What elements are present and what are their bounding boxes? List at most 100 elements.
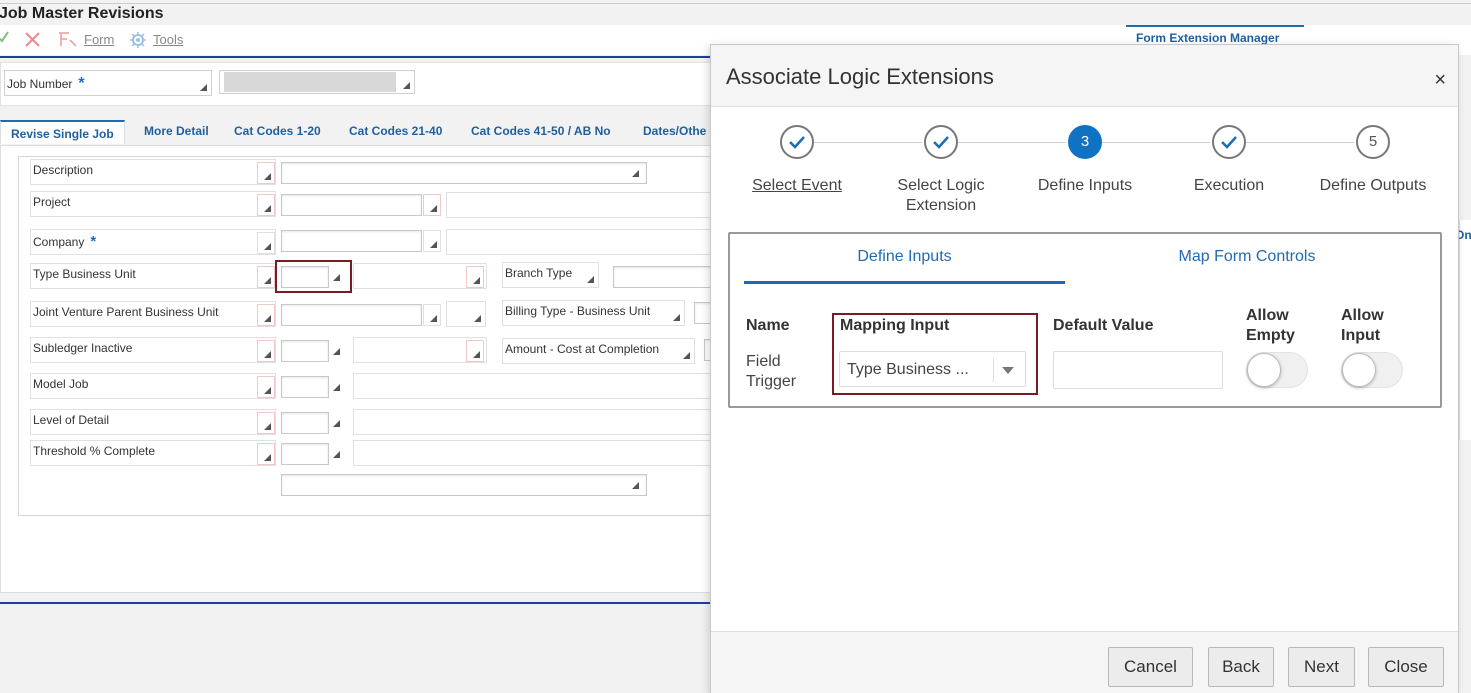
company-input[interactable] — [281, 230, 422, 252]
joint-venture-extra — [446, 301, 486, 327]
dialog-header: Associate Logic Extensions × — [711, 45, 1458, 107]
tab-define-inputs[interactable]: Define Inputs — [744, 248, 1065, 266]
description-input[interactable] — [281, 162, 647, 184]
define-inputs-panel: Define Inputs Map Form Controls Name Map… — [728, 232, 1442, 408]
step-select-logic-extension: Select Logic Extension — [897, 177, 985, 214]
level-of-detail-label: Level of Detail — [30, 409, 276, 435]
branch-type-input[interactable] — [613, 266, 712, 288]
type-business-unit-highlight — [275, 260, 352, 293]
step-connector — [814, 142, 922, 143]
level-of-detail-input[interactable] — [281, 412, 329, 434]
field-tag — [257, 304, 275, 326]
select-divider — [993, 358, 994, 382]
step-5-indicator: 5 — [1356, 125, 1390, 159]
resize-icon — [333, 451, 340, 458]
toggle-knob — [1342, 353, 1376, 387]
check-icon[interactable] — [0, 29, 10, 50]
dialog-title: Associate Logic Extensions — [726, 64, 994, 89]
chevron-down-icon — [1002, 367, 1014, 374]
allow-input-toggle[interactable] — [1341, 352, 1403, 388]
extra-text-input[interactable] — [281, 474, 647, 496]
field-tag — [423, 230, 441, 252]
project-description — [446, 192, 712, 218]
close-icon[interactable]: × — [1434, 69, 1446, 92]
joint-venture-parent-input[interactable] — [281, 304, 422, 326]
field-tag — [257, 162, 275, 184]
tab-more-detail[interactable]: More Detail — [144, 124, 209, 138]
field-tag — [257, 194, 275, 216]
model-job-label: Model Job — [30, 373, 276, 399]
level-of-detail-description — [353, 409, 712, 435]
job-description-value — [224, 72, 396, 92]
job-number-label: Job Number * — [7, 75, 85, 92]
form-tabs: Revise Single Job More Detail Cat Codes … — [0, 120, 712, 144]
resize-icon — [632, 170, 639, 177]
allow-input-column-header: Allow Input — [1341, 307, 1384, 344]
close-icon[interactable] — [24, 31, 41, 53]
close-button[interactable]: Close — [1368, 647, 1444, 687]
next-button[interactable]: Next — [1288, 647, 1355, 687]
subledger-inactive-input[interactable] — [281, 340, 329, 362]
project-label: Project — [30, 191, 276, 217]
model-job-input[interactable] — [281, 376, 329, 398]
threshold-description — [353, 440, 712, 466]
subledger-inactive-label: Subledger Inactive — [30, 337, 276, 363]
step-3-indicator: 3 — [1068, 125, 1102, 159]
step-1-check-icon[interactable] — [780, 125, 814, 159]
type-business-unit-label: Type Business Unit — [30, 263, 276, 289]
field-tag — [257, 412, 275, 434]
form-icon — [57, 31, 79, 53]
tab-cat-codes-21-40[interactable]: Cat Codes 21-40 — [349, 124, 442, 138]
project-input[interactable] — [281, 194, 422, 216]
tools-menu-button[interactable]: Tools — [153, 32, 183, 47]
step-define-outputs: Define Outputs — [1319, 177, 1427, 194]
default-value-input[interactable] — [1053, 351, 1223, 389]
company-label: Company * — [30, 229, 276, 255]
tab-map-form-controls[interactable]: Map Form Controls — [1087, 248, 1407, 266]
amount-cost-completion-label: Amount - Cost at Completion — [502, 338, 695, 364]
cancel-button[interactable]: Cancel — [1108, 647, 1193, 687]
divider — [0, 56, 712, 58]
page-title: Job Master Revisions — [0, 5, 164, 22]
resize-icon — [632, 482, 639, 489]
field-tag — [257, 266, 275, 288]
allow-empty-toggle[interactable] — [1246, 352, 1308, 388]
field-tag — [257, 232, 275, 254]
form-menu-button[interactable]: Form — [84, 32, 114, 47]
branch-type-label: Branch Type — [502, 262, 599, 288]
associate-logic-extensions-dialog: Associate Logic Extensions × 3 5 Select … — [710, 44, 1459, 693]
resize-icon — [200, 84, 207, 91]
company-description — [446, 229, 712, 255]
job-number-field[interactable]: Job Number * — [4, 70, 212, 96]
tab-dates-other[interactable]: Dates/Othe — [643, 124, 706, 138]
right-edge-panel — [1459, 220, 1471, 440]
step-select-event[interactable]: Select Event — [732, 176, 862, 196]
step-connector — [1246, 142, 1354, 143]
step-4-check-icon — [1212, 125, 1246, 159]
default-value-column-header: Default Value — [1053, 317, 1154, 334]
resize-icon — [333, 384, 340, 391]
top-divider — [0, 3, 1471, 4]
field-tag — [423, 194, 441, 216]
dialog-footer: Cancel Back Next Close — [711, 631, 1458, 693]
mapping-input-value: Type Business ... — [847, 361, 969, 378]
resize-icon — [333, 420, 340, 427]
model-job-description — [353, 373, 712, 399]
tab-cat-codes-1-20[interactable]: Cat Codes 1-20 — [234, 124, 321, 138]
tab-revise-single-job[interactable]: Revise Single Job — [0, 120, 125, 144]
step-connector — [1102, 142, 1210, 143]
gear-icon — [129, 31, 147, 54]
step-execution: Execution — [1193, 177, 1265, 194]
step-define-inputs: Define Inputs — [1037, 177, 1133, 194]
threshold-complete-input[interactable] — [281, 443, 329, 465]
field-tag — [423, 304, 441, 326]
mapping-input-select[interactable]: Type Business ... — [839, 351, 1026, 387]
back-button[interactable]: Back — [1208, 647, 1274, 687]
field-tag — [257, 376, 275, 398]
joint-venture-parent-label: Joint Venture Parent Business Unit — [30, 301, 276, 327]
allow-empty-column-header: Allow Empty — [1246, 307, 1295, 344]
name-column-header: Name — [746, 317, 790, 334]
bottom-divider — [0, 602, 712, 604]
tab-cat-codes-41-50[interactable]: Cat Codes 41-50 / AB No — [471, 124, 611, 138]
input-name-cell: Field Trigger — [746, 353, 797, 390]
